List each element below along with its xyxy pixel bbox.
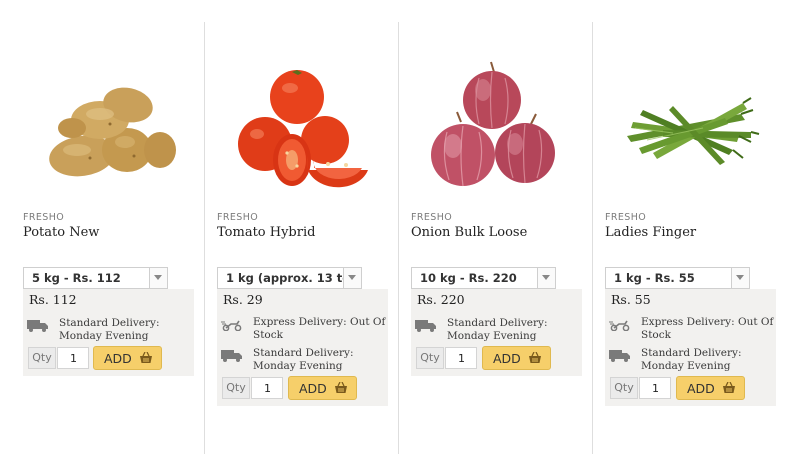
product-name[interactable]: Potato New <box>23 225 99 240</box>
pack-size-select[interactable]: 5 kg - Rs. 112 <box>23 267 168 289</box>
product-name[interactable]: Ladies Finger <box>605 225 696 240</box>
pack-size-value: 10 kg - Rs. 220 <box>420 271 517 285</box>
add-to-basket-button[interactable]: ADD <box>288 376 357 400</box>
scooter-icon <box>221 316 243 335</box>
product-card-potato: FRESHO Potato New 5 kg - Rs. 112 Rs. 112… <box>0 0 204 468</box>
tomato-image[interactable] <box>230 58 380 194</box>
onion-image[interactable] <box>419 58 569 194</box>
basket-icon <box>334 381 348 397</box>
price: Rs. 29 <box>223 292 263 307</box>
pack-size-value: 5 kg - Rs. 112 <box>32 271 121 285</box>
truck-icon <box>221 347 243 366</box>
product-card-okra: FRESHO Ladies Finger 1 kg - Rs. 55 Rs. 5… <box>593 0 802 468</box>
qty-label: Qty <box>28 347 56 369</box>
truck-icon <box>27 317 49 336</box>
pack-size-select[interactable]: 1 kg (approx. 13 to 14 <box>217 267 362 289</box>
product-name[interactable]: Onion Bulk Loose <box>411 225 527 240</box>
qty-label: Qty <box>610 377 638 399</box>
product-info-box: Rs. 220 Standard Delivery: Monday Evenin… <box>411 289 582 376</box>
product-card-tomato: FRESHO Tomato Hybrid 1 kg (approx. 13 to… <box>205 0 398 468</box>
add-to-basket-button[interactable]: ADD <box>93 346 162 370</box>
pack-size-select[interactable]: 1 kg - Rs. 55 <box>605 267 750 289</box>
brand-label: FRESHO <box>23 212 65 223</box>
quantity-input[interactable] <box>639 377 671 399</box>
okra-image[interactable] <box>613 58 763 194</box>
truck-icon <box>415 317 437 336</box>
truck-icon <box>609 347 631 366</box>
price: Rs. 220 <box>417 292 465 307</box>
chevron-down-icon <box>537 268 555 288</box>
add-to-basket-button[interactable]: ADD <box>676 376 745 400</box>
price: Rs. 112 <box>29 292 77 307</box>
pack-size-value: 1 kg (approx. 13 to 14 <box>226 271 362 285</box>
brand-label: FRESHO <box>217 212 259 223</box>
chevron-down-icon <box>343 268 361 288</box>
chevron-down-icon <box>731 268 749 288</box>
pack-size-select[interactable]: 10 kg - Rs. 220 <box>411 267 556 289</box>
pack-size-value: 1 kg - Rs. 55 <box>614 271 695 285</box>
add-to-basket-button[interactable]: ADD <box>482 346 551 370</box>
qty-label: Qty <box>416 347 444 369</box>
product-info-box: Rs. 29 Express Delivery: Out Of Stock St… <box>217 289 388 406</box>
price: Rs. 55 <box>611 292 651 307</box>
product-name[interactable]: Tomato Hybrid <box>217 225 315 240</box>
scooter-icon <box>609 316 631 335</box>
potato-image[interactable] <box>30 58 180 194</box>
basket-icon <box>528 351 542 367</box>
brand-label: FRESHO <box>411 212 453 223</box>
quantity-input[interactable] <box>445 347 477 369</box>
product-grid: FRESHO Potato New 5 kg - Rs. 112 Rs. 112… <box>0 0 802 468</box>
product-info-box: Rs. 55 Express Delivery: Out Of Stock St… <box>605 289 776 406</box>
quantity-input[interactable] <box>251 377 283 399</box>
qty-label: Qty <box>222 377 250 399</box>
quantity-input[interactable] <box>57 347 89 369</box>
brand-label: FRESHO <box>605 212 647 223</box>
product-info-box: Rs. 112 Standard Delivery: Monday Evenin… <box>23 289 194 376</box>
basket-icon <box>139 351 153 367</box>
product-card-onion: FRESHO Onion Bulk Loose 10 kg - Rs. 220 … <box>399 0 592 468</box>
basket-icon <box>722 381 736 397</box>
chevron-down-icon <box>149 268 167 288</box>
